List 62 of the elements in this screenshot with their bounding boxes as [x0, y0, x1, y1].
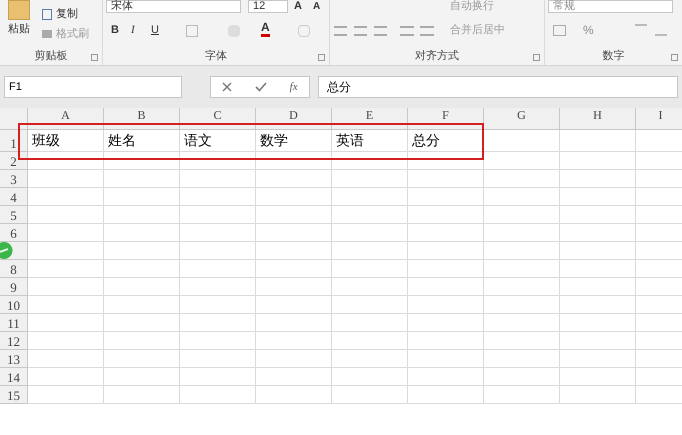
- borders-icon[interactable]: [186, 25, 198, 37]
- table-cell: 数学: [256, 130, 332, 152]
- underline-button[interactable]: U: [151, 22, 159, 38]
- row-header[interactable]: 9: [0, 278, 28, 296]
- cancel-icon[interactable]: [222, 82, 232, 92]
- dialog-launcher-icon[interactable]: [671, 54, 678, 61]
- font-color-button[interactable]: A: [261, 21, 270, 37]
- row-header[interactable]: 6: [0, 224, 28, 242]
- paste-button[interactable]: 粘贴: [2, 0, 36, 46]
- group-label: 剪贴板: [34, 48, 68, 64]
- table-cell: 班级: [28, 130, 104, 152]
- row-header[interactable]: 3: [0, 170, 28, 188]
- formula-field[interactable]: 总分: [318, 76, 678, 98]
- copy-button[interactable]: 复制: [42, 6, 78, 22]
- row-header[interactable]: 1: [0, 130, 28, 152]
- column-header[interactable]: A: [28, 108, 104, 130]
- font-size-field[interactable]: 12: [248, 0, 288, 13]
- grow-font-button[interactable]: A: [294, 0, 302, 12]
- table-cell: 总分: [408, 130, 484, 152]
- column-header[interactable]: G: [484, 108, 560, 130]
- increase-indent-icon[interactable]: [420, 26, 434, 36]
- row-header[interactable]: 13: [0, 350, 28, 368]
- dialog-launcher-icon[interactable]: [91, 54, 98, 61]
- table-cell: 英语: [332, 130, 408, 152]
- column-header[interactable]: H: [560, 108, 636, 130]
- row-header[interactable]: 2: [0, 152, 28, 170]
- bold-button[interactable]: B: [111, 22, 119, 38]
- group-label: 对齐方式: [415, 48, 459, 64]
- column-header[interactable]: F: [408, 108, 484, 130]
- group-label: 字体: [205, 48, 227, 64]
- row-header[interactable]: 4: [0, 188, 28, 206]
- column-header[interactable]: C: [180, 108, 256, 130]
- italic-button[interactable]: I: [131, 22, 135, 38]
- row-header[interactable]: 8: [0, 260, 28, 278]
- column-header[interactable]: B: [104, 108, 180, 130]
- currency-icon[interactable]: [553, 25, 566, 36]
- floating-widget-icon[interactable]: [0, 242, 13, 259]
- check-icon[interactable]: [255, 82, 267, 92]
- column-header[interactable]: D: [256, 108, 332, 130]
- copy-icon: [42, 8, 52, 20]
- row-header[interactable]: 12: [0, 332, 28, 350]
- row-header[interactable]: 11: [0, 314, 28, 332]
- row-header[interactable]: 14: [0, 368, 28, 386]
- row-header[interactable]: 10: [0, 296, 28, 314]
- column-header[interactable]: E: [332, 108, 408, 130]
- column-header[interactable]: I: [636, 108, 682, 130]
- row-header[interactable]: 5: [0, 206, 28, 224]
- align-icon[interactable]: [334, 26, 347, 36]
- dialog-launcher-icon[interactable]: [318, 54, 325, 61]
- group-label: 数字: [602, 48, 624, 64]
- decrease-indent-icon[interactable]: [400, 26, 414, 36]
- table-cell: 姓名: [104, 130, 180, 152]
- insert-function-button[interactable]: fx: [290, 78, 298, 96]
- font-name-field[interactable]: 宋体: [106, 0, 241, 13]
- number-format-field[interactable]: 常规: [548, 0, 673, 13]
- dialog-launcher-icon[interactable]: [533, 54, 540, 61]
- align-icon[interactable]: [374, 26, 387, 36]
- align-icon[interactable]: [354, 26, 367, 36]
- table-cell: 语文: [180, 130, 256, 152]
- row-header[interactable]: 15: [0, 386, 28, 404]
- name-box[interactable]: F1: [4, 76, 182, 98]
- shrink-font-button[interactable]: A: [313, 1, 320, 12]
